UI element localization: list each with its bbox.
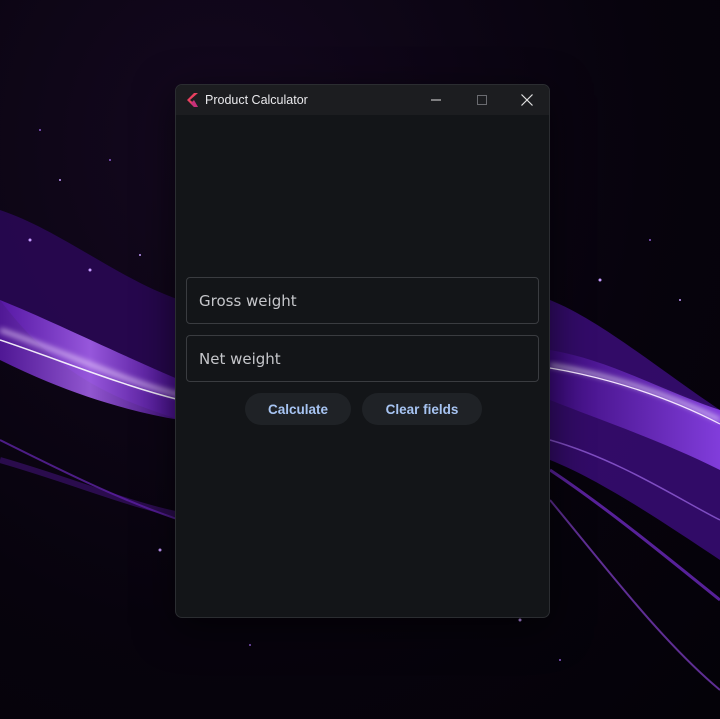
app-window: Product Calculator Gross weight Net weig… bbox=[175, 84, 550, 618]
close-icon bbox=[521, 94, 533, 106]
minimize-button[interactable] bbox=[413, 85, 459, 115]
net-weight-input[interactable] bbox=[187, 336, 538, 381]
desktop: Product Calculator Gross weight Net weig… bbox=[0, 0, 720, 719]
gross-weight-input[interactable] bbox=[187, 278, 538, 323]
gross-weight-field bbox=[186, 277, 539, 324]
title-bar[interactable]: Product Calculator bbox=[176, 85, 549, 115]
net-weight-field bbox=[186, 335, 539, 382]
maximize-button[interactable] bbox=[459, 85, 505, 115]
window-title: Product Calculator bbox=[205, 93, 308, 107]
calculate-button[interactable]: Calculate bbox=[245, 393, 351, 425]
maximize-icon bbox=[477, 95, 487, 105]
form-area: Calculate Clear fields bbox=[176, 115, 549, 617]
close-button[interactable] bbox=[504, 85, 549, 115]
clear-fields-button[interactable]: Clear fields bbox=[362, 393, 482, 425]
flutter-app-icon bbox=[187, 93, 198, 107]
minimize-icon bbox=[431, 99, 441, 101]
